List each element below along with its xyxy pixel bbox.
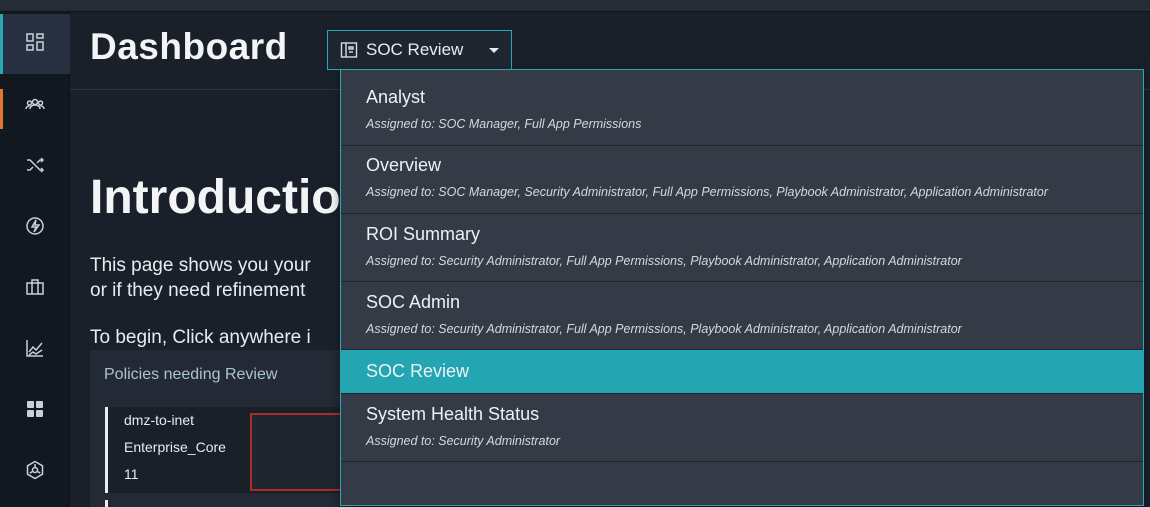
- sidebar-item-briefcase[interactable]: [0, 259, 70, 319]
- dropdown-item-roi-summary[interactable]: ROI Summary Assigned to: Security Admini…: [341, 214, 1143, 282]
- policy-card[interactable]: dmz-to-inet Enterprise_Core 11: [105, 407, 360, 493]
- dropdown-item-analyst[interactable]: Analyst Assigned to: SOC Manager, Full A…: [341, 70, 1143, 146]
- sidebar-item-users[interactable]: [0, 76, 70, 136]
- dropdown-item-name: ROI Summary: [366, 224, 481, 244]
- page-title: Dashboard: [90, 26, 288, 67]
- dropdown-item-assigned: Assigned to: Security Administrator, Ful…: [366, 322, 962, 336]
- policy-card[interactable]: [105, 500, 350, 507]
- panel-title: Policies needing Review: [104, 366, 278, 383]
- sidebar-item-apps[interactable]: [0, 381, 70, 441]
- sidebar: [0, 12, 70, 507]
- top-strip: [0, 0, 1150, 12]
- apps-icon: [25, 399, 45, 423]
- chevron-down-icon: [489, 48, 499, 53]
- policy-device: Enterprise_Core: [124, 439, 226, 455]
- intro-line-3: To begin, Click anywhere i: [90, 327, 311, 348]
- users-icon: [25, 94, 45, 118]
- dropdown-item-assigned: Assigned to: Security Administrator: [366, 434, 561, 448]
- bolt-icon: [25, 216, 45, 240]
- dropdown-item-assigned: Assigned to: SOC Manager, Security Admin…: [366, 185, 1049, 199]
- intro-line-2: or if they need refinement: [90, 280, 306, 301]
- dashboard-selector[interactable]: SOC Review: [327, 30, 512, 70]
- sidebar-item-shuffle[interactable]: [0, 137, 70, 197]
- grid-icon: [25, 32, 45, 56]
- line-chart-icon: [25, 338, 45, 362]
- dropdown-item-name: System Health Status: [366, 404, 540, 424]
- sidebar-item-dashboard[interactable]: [0, 14, 70, 74]
- shuffle-icon: [25, 155, 45, 179]
- dropdown-item-system-health-status[interactable]: System Health Status Assigned to: Securi…: [341, 394, 1143, 462]
- dropdown-item-name: SOC Admin: [366, 292, 461, 312]
- policy-count: 11: [124, 466, 139, 482]
- briefcase-icon: [25, 277, 45, 301]
- intro-title: Introductio: [90, 171, 341, 224]
- dropdown-item-assigned: Assigned to: SOC Manager, Full App Permi…: [366, 117, 642, 131]
- sidebar-item-reports[interactable]: [0, 320, 70, 380]
- dashboard-dropdown-menu: Analyst Assigned to: SOC Manager, Full A…: [340, 69, 1144, 506]
- dropdown-item-overview[interactable]: Overview Assigned to: SOC Manager, Secur…: [341, 146, 1143, 214]
- hexagon-icon: [25, 460, 45, 484]
- intro-line-1: This page shows you your: [90, 255, 311, 276]
- dropdown-item-soc-review[interactable]: SOC Review: [341, 350, 1143, 394]
- dashboard-selector-label: SOC Review: [366, 40, 464, 59]
- sidebar-item-bolt[interactable]: [0, 198, 70, 258]
- dropdown-item-soc-admin[interactable]: SOC Admin Assigned to: Security Administ…: [341, 282, 1143, 350]
- dashboard-layout-icon: [340, 41, 358, 59]
- policies-panel: Policies needing Review dmz-to-inet Ente…: [90, 350, 360, 507]
- dropdown-item-name: SOC Review: [366, 361, 470, 381]
- dropdown-item-name: Analyst: [366, 87, 426, 107]
- dropdown-item-name: Overview: [366, 155, 442, 175]
- policy-name: dmz-to-inet: [124, 412, 195, 428]
- sidebar-item-settings[interactable]: [0, 442, 70, 502]
- dropdown-item-assigned: Assigned to: Security Administrator, Ful…: [366, 254, 962, 268]
